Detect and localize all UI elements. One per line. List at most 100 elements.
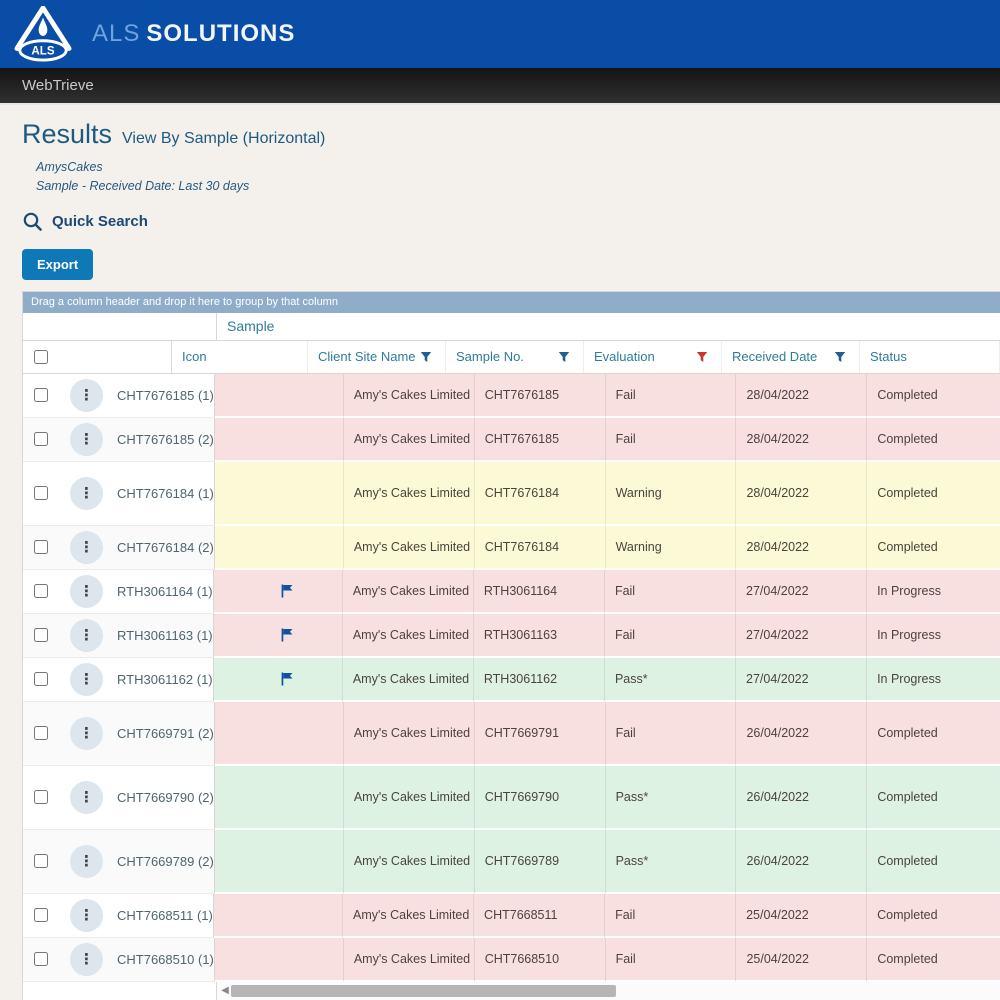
row-header-cell: ⋮RTH3061164 (1) xyxy=(23,570,214,614)
column-header-label: Received Date xyxy=(732,349,817,364)
cell-evaluation: Fail xyxy=(605,614,736,658)
row-menu-button[interactable]: ⋮ xyxy=(70,379,103,412)
cell-status: In Progress xyxy=(867,614,1000,658)
row-checkbox[interactable] xyxy=(34,672,48,686)
results-grid: Drag a column header and drop it here to… xyxy=(22,291,1000,1000)
select-all-cell xyxy=(23,341,172,373)
row-label: CHT7669791 (2) xyxy=(117,726,214,741)
subnav-webtrieve-label[interactable]: WebTrieve xyxy=(22,77,94,94)
row-menu-button[interactable]: ⋮ xyxy=(70,531,103,564)
page-title-row: Results View By Sample (Horizontal) xyxy=(22,119,1000,150)
cell-client: Amy's Cakes Limited xyxy=(344,462,475,526)
column-headers: Icon Client Site Name Sample No. Evaluation… xyxy=(172,341,1000,373)
group-header-sample[interactable]: Sample xyxy=(217,313,1000,340)
grid-column-header-row: Icon Client Site Name Sample No. Evaluation… xyxy=(23,341,1000,374)
cell-icon xyxy=(215,938,344,982)
row-header-cell: ⋮ CHT7676185 (2) xyxy=(23,418,215,462)
cell-icon xyxy=(214,894,343,938)
table-row: ⋮RTH3061163 (1)Amy's Cakes LimitedRTH306… xyxy=(23,614,1000,658)
row-header-cell: ⋮RTH3061162 (1) xyxy=(23,658,214,702)
row-menu-button[interactable]: ⋮ xyxy=(70,717,103,750)
table-row: ⋮CHT7676184 (2)Amy's Cakes LimitedCHT767… xyxy=(23,526,1000,570)
cell-received: 26/04/2022 xyxy=(736,766,867,830)
cell-sample-no: CHT7669791 xyxy=(475,702,606,766)
column-header-evaluation[interactable]: Evaluation xyxy=(584,341,722,373)
cell-status: In Progress xyxy=(867,658,1000,702)
cell-received: 27/04/2022 xyxy=(736,614,867,658)
cell-icon xyxy=(215,702,344,766)
row-label: CHT7668511 (1) xyxy=(117,908,213,923)
filter-icon[interactable] xyxy=(834,351,846,363)
cell-sample-no: CHT7676184 xyxy=(475,462,606,526)
row-menu-button[interactable]: ⋮ xyxy=(70,943,103,976)
cell-client: Amy's Cakes Limited xyxy=(343,894,474,938)
filter-icon[interactable] xyxy=(558,351,570,363)
table-row: ⋮CHT7669789 (2)Amy's Cakes LimitedCHT766… xyxy=(23,830,1000,894)
scrollbar-left-spacer xyxy=(23,982,217,1000)
quick-search-toggle[interactable]: Quick Search xyxy=(22,211,1000,232)
column-header-sample-no-[interactable]: Sample No. xyxy=(446,341,584,373)
row-checkbox[interactable] xyxy=(34,952,48,966)
row-label: CHT7669790 (2) xyxy=(117,790,214,805)
column-header-icon[interactable]: Icon xyxy=(172,341,308,373)
cell-client: Amy's Cakes Limited xyxy=(343,614,474,658)
grid-group-header-row: Sample xyxy=(23,313,1000,341)
row-checkbox[interactable] xyxy=(34,908,48,922)
row-menu-button[interactable]: ⋮ xyxy=(70,619,103,652)
column-header-label: Client Site Name xyxy=(318,349,416,364)
cell-client: Amy's Cakes Limited xyxy=(344,418,475,462)
als-logo-icon: ALS xyxy=(14,6,72,62)
filter-icon[interactable] xyxy=(696,351,708,363)
cell-status: Completed xyxy=(867,418,1000,462)
cell-evaluation: Fail xyxy=(606,702,737,766)
cell-received: 28/04/2022 xyxy=(736,374,867,418)
row-menu-button[interactable]: ⋮ xyxy=(70,845,103,878)
row-header-cell: ⋮ CHT7669790 (2) xyxy=(23,766,215,830)
row-checkbox[interactable] xyxy=(34,540,48,554)
cell-received: 27/04/2022 xyxy=(736,658,867,702)
row-checkbox[interactable] xyxy=(34,854,48,868)
row-label: RTH3061163 (1) xyxy=(117,628,213,643)
cell-evaluation: Fail xyxy=(605,570,736,614)
row-checkbox[interactable] xyxy=(34,486,48,500)
filter-icon[interactable] xyxy=(420,351,432,363)
row-checkbox[interactable] xyxy=(34,726,48,740)
cell-status: Completed xyxy=(867,894,1000,938)
cell-icon xyxy=(215,374,344,418)
table-row: ⋮ CHT7676185 (2) Amy's Cakes Limited CHT767… xyxy=(23,418,1000,462)
row-menu-button[interactable]: ⋮ xyxy=(70,781,103,814)
column-header-label: Sample No. xyxy=(456,349,524,364)
cell-status: Completed xyxy=(867,702,1000,766)
cell-icon xyxy=(214,614,343,658)
row-checkbox[interactable] xyxy=(34,388,48,402)
row-menu-button[interactable]: ⋮ xyxy=(70,575,103,608)
select-all-checkbox[interactable] xyxy=(34,350,48,364)
scrollbar-thumb[interactable] xyxy=(231,985,616,997)
cell-evaluation: Pass* xyxy=(606,830,737,894)
column-header-status[interactable]: Status xyxy=(860,341,1000,373)
row-checkbox[interactable] xyxy=(34,628,48,642)
row-checkbox[interactable] xyxy=(34,584,48,598)
row-menu-button[interactable]: ⋮ xyxy=(70,663,103,696)
row-label: CHT7669789 (2) xyxy=(117,854,214,869)
row-checkbox[interactable] xyxy=(34,432,48,446)
brand-wordmark: ALSSOLUTIONS xyxy=(92,20,295,48)
row-label: CHT7668510 (1) xyxy=(117,952,214,967)
group-by-drop-zone[interactable]: Drag a column header and drop it here to… xyxy=(23,292,1000,313)
row-checkbox[interactable] xyxy=(34,790,48,804)
horizontal-scrollbar[interactable]: ◀ xyxy=(217,982,1000,1000)
row-header-cell: ⋮ CHT7668511 (1) xyxy=(23,894,214,938)
row-menu-button[interactable]: ⋮ xyxy=(70,477,103,510)
export-button[interactable]: Export xyxy=(22,249,93,280)
row-label: CHT7676185 (2) xyxy=(117,432,214,447)
page-content: Results View By Sample (Horizontal) Amys… xyxy=(0,105,1000,280)
row-menu-button[interactable]: ⋮ xyxy=(70,423,103,456)
column-header-client-site-name[interactable]: Client Site Name xyxy=(308,341,446,373)
row-header-cell: ⋮CHT7676184 (1) xyxy=(23,462,215,526)
row-menu-button[interactable]: ⋮ xyxy=(70,899,103,932)
cell-sample-no: CHT7668511 xyxy=(474,894,605,938)
column-header-label: Status xyxy=(870,349,907,364)
column-header-received-date[interactable]: Received Date xyxy=(722,341,860,373)
scroll-left-arrow-icon[interactable]: ◀ xyxy=(219,985,231,996)
cell-evaluation: Fail xyxy=(606,938,737,982)
